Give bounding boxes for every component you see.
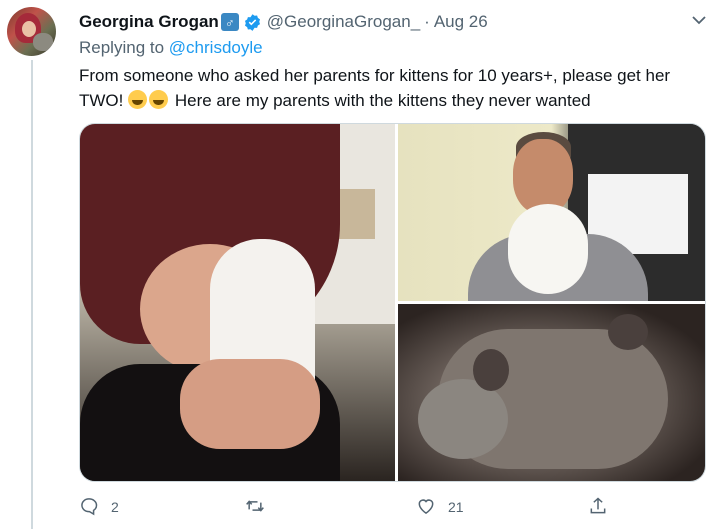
like-icon bbox=[416, 496, 436, 519]
replying-to: Replying to @chrisdoyle bbox=[79, 38, 263, 58]
verified-icon bbox=[243, 13, 262, 32]
timestamp[interactable]: Aug 26 bbox=[434, 12, 488, 32]
tweet-actions: 2 21 bbox=[79, 494, 639, 520]
separator: · bbox=[424, 12, 430, 31]
kitten-paw bbox=[608, 314, 648, 350]
woman-hands bbox=[180, 359, 320, 449]
share-button[interactable] bbox=[588, 494, 608, 520]
laughing-tears-emoji-icon bbox=[149, 90, 169, 109]
like-button[interactable]: 21 bbox=[416, 494, 464, 520]
white-kitten bbox=[508, 204, 588, 294]
avatar-face bbox=[22, 21, 36, 37]
replying-to-label: Replying to bbox=[79, 38, 165, 57]
laughing-tears-emoji-icon bbox=[128, 90, 148, 109]
chevron-down-icon[interactable] bbox=[691, 12, 707, 28]
photo-grey-kitten-lying[interactable] bbox=[398, 304, 705, 481]
retweet-icon bbox=[245, 496, 265, 519]
display-name[interactable]: Georgina Grogan bbox=[79, 12, 219, 32]
reply-button[interactable]: 2 bbox=[79, 494, 119, 520]
avatar[interactable] bbox=[7, 7, 56, 56]
reply-count: 2 bbox=[111, 499, 119, 515]
kitten-paw bbox=[473, 349, 509, 391]
photo-woman-with-white-kitten[interactable] bbox=[80, 124, 395, 481]
share-icon bbox=[588, 496, 608, 519]
reply-icon bbox=[79, 496, 99, 519]
thread-line bbox=[31, 60, 33, 529]
mention-link[interactable]: @chrisdoyle bbox=[169, 38, 263, 57]
man-face bbox=[513, 139, 573, 214]
avatar-cat bbox=[33, 33, 53, 51]
retweet-button[interactable] bbox=[245, 494, 277, 520]
tweet-text-part-2: Here are my parents with the kittens the… bbox=[174, 91, 591, 110]
media-grid bbox=[79, 123, 706, 482]
male-sign-emoji-icon: ♂ bbox=[220, 13, 239, 31]
like-count: 21 bbox=[448, 499, 464, 515]
handle[interactable]: @GeorginaGrogan_ bbox=[267, 12, 420, 32]
tweet-text: From someone who asked her parents for k… bbox=[79, 63, 704, 113]
tweet-header: Georgina Grogan ♂ @GeorginaGrogan_ · Aug… bbox=[79, 11, 488, 33]
grey-kitten-head bbox=[418, 379, 508, 459]
photo-man-with-white-kitten[interactable] bbox=[398, 124, 705, 301]
